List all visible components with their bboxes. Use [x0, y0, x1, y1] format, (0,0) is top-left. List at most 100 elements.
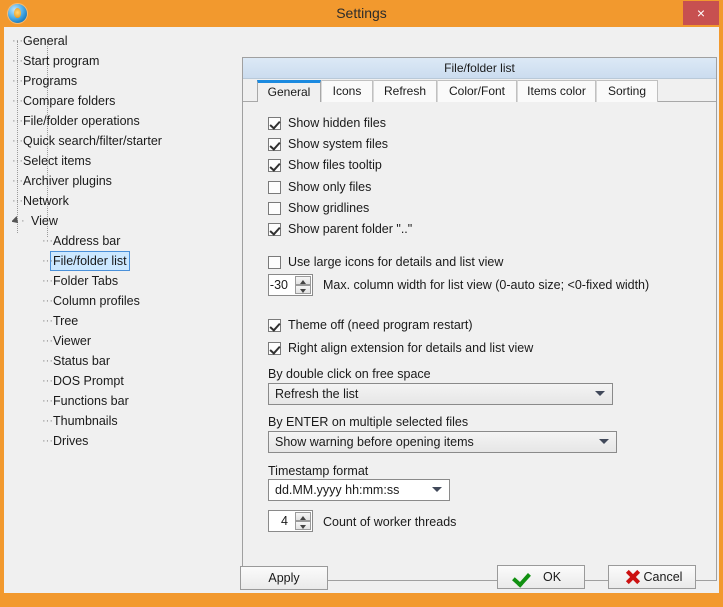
timestamp-format-value[interactable]: dd.MM.yyyy hh:mm:ss — [275, 480, 399, 500]
checkbox-right-align-extension[interactable]: Right align extension for details and li… — [268, 339, 533, 357]
tab-refresh[interactable]: Refresh — [373, 80, 437, 102]
tree-tick-icon: ··· — [42, 311, 52, 331]
max-column-width-value[interactable]: -30 — [269, 275, 293, 295]
apply-button[interactable]: Apply — [240, 566, 328, 590]
checkbox-show-hidden-files[interactable]: Show hidden files — [268, 114, 386, 132]
checkbox-box-icon[interactable] — [268, 202, 281, 215]
checkbox-box-icon[interactable] — [268, 319, 281, 332]
sidebar-item-address-bar[interactable]: ··· Address bar — [12, 231, 234, 251]
sidebar-item-label: General — [20, 31, 70, 51]
sidebar-item-drives[interactable]: ··· Drives — [12, 431, 234, 451]
title-bar: Settings × — [0, 0, 723, 27]
checkbox-box-icon[interactable] — [268, 256, 281, 269]
close-x-icon — [623, 568, 641, 586]
sidebar-item-label: DOS Prompt — [50, 371, 127, 391]
sidebar-item-file-folder-list[interactable]: ··· File/folder list — [12, 251, 234, 271]
sidebar-item-file-folder-operations[interactable]: ··· File/folder operations — [12, 111, 234, 131]
worker-threads-value[interactable]: 4 — [269, 511, 293, 531]
sidebar-item-view[interactable]: · View — [12, 211, 234, 231]
check-icon — [512, 568, 530, 586]
sidebar-item-network[interactable]: ··· Network — [12, 191, 234, 211]
checkbox-label: Right align extension for details and li… — [288, 341, 533, 355]
sidebar-item-programs[interactable]: ··· Programs — [12, 71, 234, 91]
tree-tick-icon: ··· — [12, 191, 22, 211]
sidebar-item-archiver-plugins[interactable]: ··· Archiver plugins — [12, 171, 234, 191]
checkbox-label: Show only files — [288, 180, 371, 194]
timestamp-format-combo[interactable]: dd.MM.yyyy hh:mm:ss — [268, 479, 450, 501]
checkbox-use-large-icons[interactable]: Use large icons for details and list vie… — [268, 253, 503, 271]
stepper-up-icon[interactable] — [295, 512, 311, 521]
tab-strip[interactable]: General Icons Refresh Color/Font Items c… — [243, 80, 716, 102]
sidebar-item-thumbnails[interactable]: ··· Thumbnails — [12, 411, 234, 431]
cancel-button-label: Cancel — [644, 570, 683, 584]
sidebar-item-quick-search[interactable]: ··· Quick search/filter/starter — [12, 131, 234, 151]
checkbox-box-icon[interactable] — [268, 117, 281, 130]
sidebar-item-select-items[interactable]: ··· Select items — [12, 151, 234, 171]
checkbox-box-icon[interactable] — [268, 223, 281, 236]
stepper-down-icon[interactable] — [295, 285, 311, 294]
checkbox-show-only-files[interactable]: Show only files — [268, 178, 371, 196]
tree-tick-icon: ··· — [12, 71, 22, 91]
checkbox-box-icon[interactable] — [268, 138, 281, 151]
checkbox-box-icon[interactable] — [268, 342, 281, 355]
tab-general[interactable]: General — [257, 80, 321, 102]
sidebar-item-viewer[interactable]: ··· Viewer — [12, 331, 234, 351]
sidebar-item-label: Tree — [50, 311, 81, 331]
checkbox-label: Show parent folder ".." — [288, 222, 412, 236]
double-click-label: By double click on free space — [268, 366, 431, 382]
enter-multiple-select[interactable]: Show warning before opening items — [268, 431, 617, 453]
tree-tick-icon: ··· — [42, 251, 52, 271]
checkbox-show-gridlines[interactable]: Show gridlines — [268, 199, 369, 217]
checkbox-show-files-tooltip[interactable]: Show files tooltip — [268, 156, 382, 174]
sidebar-item-folder-tabs[interactable]: ··· Folder Tabs — [12, 271, 234, 291]
tree-tick-icon: ··· — [42, 431, 52, 451]
tree-tick-icon: ··· — [12, 131, 22, 151]
sidebar-item-label: View — [28, 211, 61, 231]
worker-threads-label: Count of worker threads — [323, 514, 456, 530]
chevron-down-icon[interactable] — [432, 487, 442, 492]
checkbox-theme-off[interactable]: Theme off (need program restart) — [268, 316, 473, 334]
stepper-buttons[interactable] — [295, 276, 311, 294]
tab-items-color[interactable]: Items color — [517, 80, 596, 102]
double-click-value: Refresh the list — [275, 384, 358, 404]
sidebar-item-compare-folders[interactable]: ··· Compare folders — [12, 91, 234, 111]
double-click-select[interactable]: Refresh the list — [268, 383, 613, 405]
sidebar-item-dos-prompt[interactable]: ··· DOS Prompt — [12, 371, 234, 391]
checkbox-show-parent-folder[interactable]: Show parent folder ".." — [268, 220, 412, 238]
sidebar-item-label: File/folder list — [50, 251, 130, 271]
checkbox-show-system-files[interactable]: Show system files — [268, 135, 388, 153]
stepper-up-icon[interactable] — [295, 276, 311, 285]
checkbox-label: Show system files — [288, 137, 388, 151]
close-button[interactable]: × — [683, 1, 719, 25]
ok-button[interactable]: OK — [497, 565, 585, 589]
stepper-buttons[interactable] — [295, 512, 311, 530]
chevron-down-icon[interactable] — [595, 391, 605, 396]
chevron-down-icon[interactable] — [599, 439, 609, 444]
checkbox-box-icon[interactable] — [268, 159, 281, 172]
checkbox-box-icon[interactable] — [268, 181, 281, 194]
sidebar-item-label: Programs — [20, 71, 80, 91]
max-column-width-label: Max. column width for list view (0-auto … — [323, 277, 649, 293]
sidebar-item-start-program[interactable]: ··· Start program — [12, 51, 234, 71]
tab-sorting[interactable]: Sorting — [596, 80, 658, 102]
sidebar-item-status-bar[interactable]: ··· Status bar — [12, 351, 234, 371]
tree-tick-icon: ··· — [42, 351, 52, 371]
tab-color-font[interactable]: Color/Font — [437, 80, 517, 102]
sidebar-item-tree[interactable]: ··· Tree — [12, 311, 234, 331]
tab-icons[interactable]: Icons — [321, 80, 373, 102]
sidebar-item-functions-bar[interactable]: ··· Functions bar — [12, 391, 234, 411]
checkbox-label: Show files tooltip — [288, 158, 382, 172]
tree-tick-icon: ··· — [42, 391, 52, 411]
cancel-button[interactable]: Cancel — [608, 565, 696, 589]
max-column-width-stepper[interactable]: -30 — [268, 274, 313, 296]
settings-tree[interactable]: ··· General ··· Start program ··· Progra… — [12, 31, 234, 587]
sidebar-item-column-profiles[interactable]: ··· Column profiles — [12, 291, 234, 311]
sidebar-item-label: File/folder operations — [20, 111, 143, 131]
checkbox-label: Use large icons for details and list vie… — [288, 255, 503, 269]
sidebar-item-general[interactable]: ··· General — [12, 31, 234, 51]
stepper-down-icon[interactable] — [295, 521, 311, 530]
tree-tick-icon: ··· — [12, 31, 22, 51]
worker-threads-stepper[interactable]: 4 — [268, 510, 313, 532]
chevron-expanded-icon[interactable] — [12, 216, 21, 226]
sidebar-item-label: Status bar — [50, 351, 113, 371]
